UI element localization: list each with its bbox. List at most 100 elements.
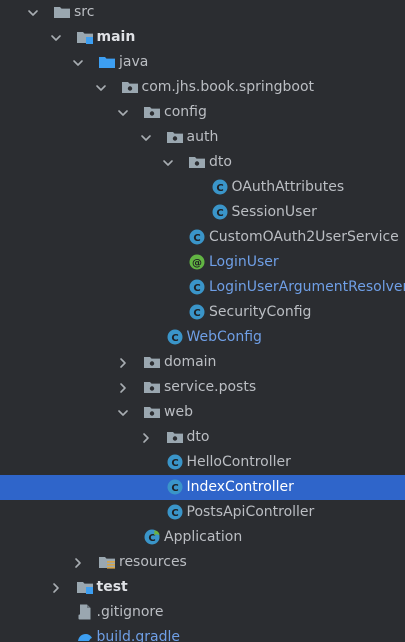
tree-node-securityconfig[interactable]: C SecurityConfig (0, 300, 405, 325)
package-icon (121, 78, 139, 96)
class-icon: C (188, 303, 206, 321)
chevron-down-icon[interactable] (94, 75, 108, 100)
tree-node-label: HelloController (186, 454, 291, 470)
chevron-right-icon[interactable] (116, 375, 130, 400)
tree-node-indexcontroller[interactable]: C IndexController (0, 475, 405, 500)
source-folder-icon (76, 28, 94, 46)
svg-text:C: C (193, 283, 200, 294)
svg-text:C: C (171, 508, 178, 519)
svg-text:C: C (216, 183, 223, 194)
package-icon (166, 128, 184, 146)
tree-node-label: .gitignore (96, 604, 164, 620)
svg-text:C: C (171, 333, 178, 344)
tree-node-label: domain (164, 354, 217, 370)
chevron-right-icon[interactable] (116, 350, 130, 375)
tree-node-label: src (74, 4, 95, 20)
resources-folder-icon (98, 553, 116, 571)
tree-node-com-jhs-book-springboot[interactable]: com.jhs.book.springboot (0, 75, 405, 100)
class-icon: C (211, 178, 229, 196)
tree-node-label: web (164, 404, 193, 420)
annotation-icon: @ (188, 253, 206, 271)
source-root-icon (98, 53, 116, 71)
tree-node-oauthattributes[interactable]: C OAuthAttributes (0, 175, 405, 200)
tree-node-label: test (96, 579, 128, 595)
tree-node-label: LoginUserArgumentResolver (209, 279, 405, 295)
tree-node-config[interactable]: config (0, 100, 405, 125)
svg-text:C: C (193, 233, 200, 244)
tree-node-application[interactable]: C Application (0, 525, 405, 550)
source-folder-icon (76, 578, 94, 596)
class-icon: C (166, 453, 184, 471)
tree-node-label: OAuthAttributes (231, 179, 345, 195)
tree-node-auth[interactable]: auth (0, 125, 405, 150)
tree-node-label: dto (186, 429, 210, 445)
tree-node-domain[interactable]: domain (0, 350, 405, 375)
tree-node-java[interactable]: java (0, 50, 405, 75)
tree-node-build-gradle[interactable]: build.gradle (0, 625, 405, 642)
file-icon (76, 603, 94, 621)
chevron-down-icon[interactable] (161, 150, 175, 175)
spring-class-icon: C (143, 528, 161, 546)
tree-node-label: CustomOAuth2UserService (209, 229, 399, 245)
tree-node-label: dto (209, 154, 232, 170)
tree-node-label: PostsApiController (186, 504, 315, 520)
package-icon (166, 428, 184, 446)
tree-node-label: main (96, 29, 136, 45)
gradle-icon (76, 628, 94, 642)
folder-icon (53, 3, 71, 21)
tree-node-customoauth2userservice[interactable]: C CustomOAuth2UserService (0, 225, 405, 250)
tree-node-web[interactable]: web (0, 400, 405, 425)
tree-node-label: IndexController (186, 479, 294, 495)
class-icon: C (188, 278, 206, 296)
package-icon (143, 103, 161, 121)
tree-node-label: java (119, 54, 149, 70)
svg-text:C: C (216, 208, 223, 219)
tree-node-label: SecurityConfig (209, 304, 312, 320)
tree-node-label: Application (164, 529, 243, 545)
chevron-down-icon[interactable] (71, 50, 85, 75)
chevron-right-icon[interactable] (139, 425, 153, 450)
tree-node-label: resources (119, 554, 187, 570)
tree-node-main[interactable]: main (0, 25, 405, 50)
chevron-right-icon[interactable] (49, 575, 63, 600)
tree-node-label: build.gradle (96, 629, 181, 642)
tree-node-loginuser[interactable]: @ LoginUser (0, 250, 405, 275)
tree-node-label: config (164, 104, 207, 120)
tree-node-dto[interactable]: dto (0, 425, 405, 450)
class-icon: C (166, 503, 184, 521)
chevron-down-icon[interactable] (139, 125, 153, 150)
chevron-right-icon[interactable] (71, 550, 85, 575)
svg-text:C: C (171, 458, 178, 469)
project-tree: src main java com.jhs.book.springboot config… (0, 0, 405, 642)
svg-text:C: C (193, 308, 200, 319)
chevron-down-icon[interactable] (116, 100, 130, 125)
tree-node-src[interactable]: src (0, 0, 405, 25)
class-icon: C (166, 328, 184, 346)
tree-node-label: SessionUser (231, 204, 317, 220)
class-icon: C (211, 203, 229, 221)
package-icon (188, 153, 206, 171)
package-icon (143, 403, 161, 421)
chevron-down-icon[interactable] (26, 0, 40, 25)
tree-node-gitignore[interactable]: .gitignore (0, 600, 405, 625)
tree-node-sessionuser[interactable]: C SessionUser (0, 200, 405, 225)
tree-node-resources[interactable]: resources (0, 550, 405, 575)
tree-node-label: service.posts (164, 379, 257, 395)
chevron-down-icon[interactable] (49, 25, 63, 50)
tree-node-postsapicontroller[interactable]: C PostsApiController (0, 500, 405, 525)
tree-node-label: LoginUser (209, 254, 279, 270)
class-icon: C (166, 478, 184, 496)
tree-node-dto[interactable]: dto (0, 150, 405, 175)
chevron-down-icon[interactable] (116, 400, 130, 425)
package-icon (143, 378, 161, 396)
tree-node-service-posts[interactable]: service.posts (0, 375, 405, 400)
package-icon (143, 353, 161, 371)
svg-text:@: @ (192, 258, 202, 269)
tree-node-label: com.jhs.book.springboot (141, 79, 315, 95)
tree-node-test[interactable]: test (0, 575, 405, 600)
tree-node-webconfig[interactable]: C WebConfig (0, 325, 405, 350)
tree-node-loginuserargumentresolver[interactable]: C LoginUserArgumentResolver (0, 275, 405, 300)
tree-node-label: auth (186, 129, 219, 145)
svg-text:C: C (171, 483, 178, 494)
tree-node-hellocontroller[interactable]: C HelloController (0, 450, 405, 475)
